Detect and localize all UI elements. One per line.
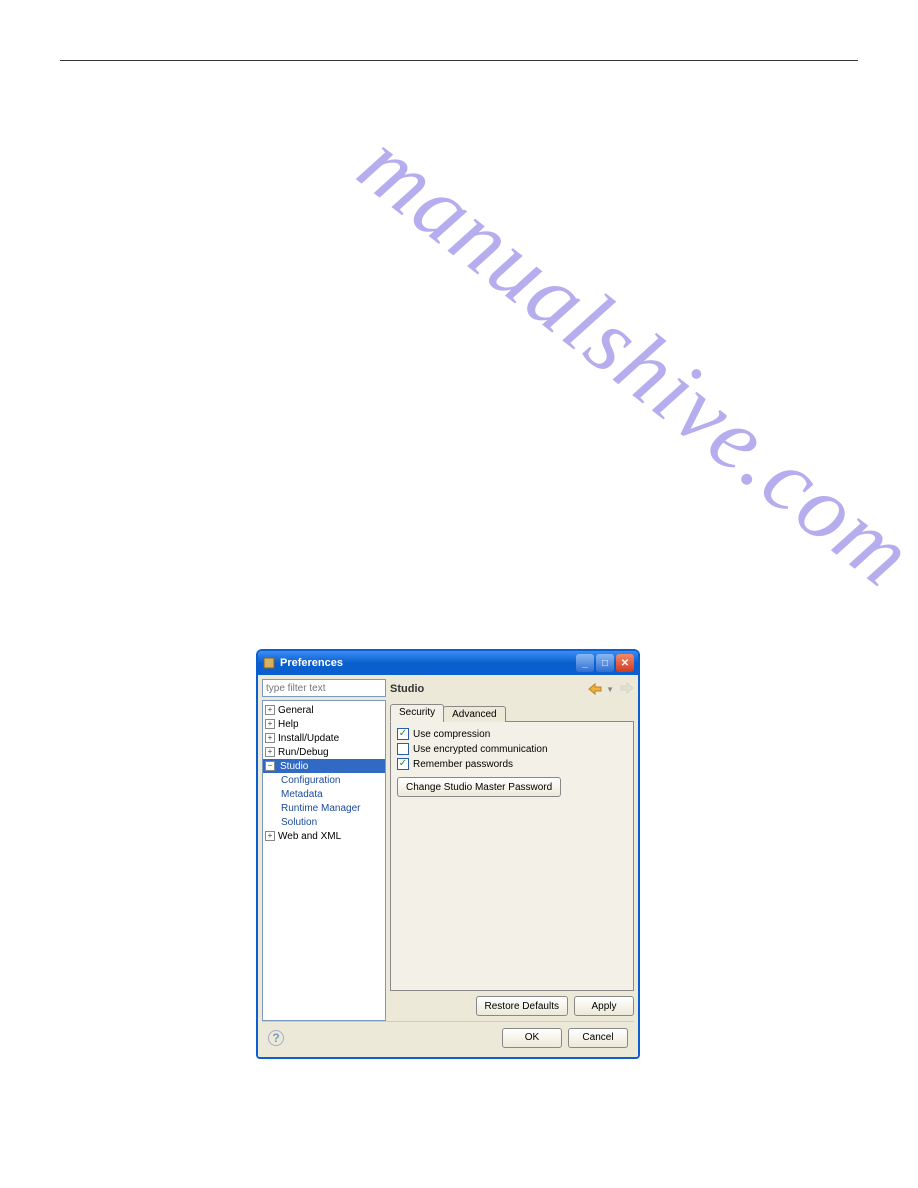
expand-icon[interactable]: +	[265, 719, 275, 729]
titlebar[interactable]: Preferences _ □ ✕	[258, 651, 638, 675]
nav-back-icon[interactable]	[588, 682, 602, 696]
titlebar-title: Preferences	[280, 657, 574, 669]
tree-label: Studio	[278, 761, 310, 772]
tree-label: Configuration	[281, 775, 340, 786]
right-header: Studio ▼	[390, 679, 634, 699]
ok-button[interactable]: OK	[502, 1028, 562, 1048]
expand-icon[interactable]: +	[265, 747, 275, 757]
tree-item-studio[interactable]: − Studio	[263, 759, 385, 773]
tab-panel-security: ✓ Use compression Use encrypted communic…	[390, 721, 634, 991]
option-remember-passwords[interactable]: ✓ Remember passwords	[397, 758, 627, 770]
tree-item-help[interactable]: + Help	[263, 717, 385, 731]
expand-icon[interactable]: +	[265, 831, 275, 841]
tree-label: Solution	[281, 817, 317, 828]
tree-item-configuration[interactable]: Configuration	[263, 773, 385, 787]
tab-security[interactable]: Security	[390, 704, 444, 722]
checkbox-icon[interactable]	[397, 743, 409, 755]
tree-item-general[interactable]: + General	[263, 703, 385, 717]
maximize-button[interactable]: □	[596, 654, 614, 672]
cancel-button[interactable]: Cancel	[568, 1028, 628, 1048]
left-pane: + General + Help + Install/Update + Run/…	[262, 679, 386, 1021]
nav-forward-icon	[620, 682, 634, 696]
page-divider	[60, 60, 858, 61]
nav-tree[interactable]: + General + Help + Install/Update + Run/…	[262, 700, 386, 1021]
tree-label: Runtime Manager	[281, 803, 360, 814]
option-use-encrypted[interactable]: Use encrypted communication	[397, 743, 627, 755]
expand-icon[interactable]: +	[265, 733, 275, 743]
apply-button[interactable]: Apply	[574, 996, 634, 1016]
app-icon	[262, 656, 276, 670]
tree-item-solution[interactable]: Solution	[263, 815, 385, 829]
change-password-button[interactable]: Change Studio Master Password	[397, 777, 561, 797]
dialog-body: + General + Help + Install/Update + Run/…	[258, 675, 638, 1057]
checkbox-label: Use encrypted communication	[413, 744, 548, 755]
tree-label: Metadata	[281, 789, 323, 800]
tree-label: General	[278, 705, 314, 716]
tree-label: Help	[278, 719, 299, 730]
tree-item-runtime-manager[interactable]: Runtime Manager	[263, 801, 385, 815]
expand-icon[interactable]: +	[265, 705, 275, 715]
option-use-compression[interactable]: ✓ Use compression	[397, 728, 627, 740]
tree-item-metadata[interactable]: Metadata	[263, 787, 385, 801]
page-title: Studio	[390, 683, 588, 695]
checkbox-icon[interactable]: ✓	[397, 728, 409, 740]
tree-label: Install/Update	[278, 733, 339, 744]
preferences-dialog: Preferences _ □ ✕ + General + Help +	[256, 649, 640, 1059]
checkbox-icon[interactable]: ✓	[397, 758, 409, 770]
checkbox-label: Remember passwords	[413, 759, 513, 770]
restore-defaults-button[interactable]: Restore Defaults	[476, 996, 568, 1016]
filter-input[interactable]	[262, 679, 386, 697]
help-icon[interactable]: ?	[268, 1030, 284, 1046]
tabs: Security Advanced	[390, 703, 634, 722]
minimize-button[interactable]: _	[576, 654, 594, 672]
tree-item-web-xml[interactable]: + Web and XML	[263, 829, 385, 843]
panel-buttons: Restore Defaults Apply	[390, 991, 634, 1021]
tree-label: Web and XML	[278, 831, 341, 842]
tree-item-install-update[interactable]: + Install/Update	[263, 731, 385, 745]
tree-item-run-debug[interactable]: + Run/Debug	[263, 745, 385, 759]
tab-advanced[interactable]: Advanced	[443, 706, 505, 722]
nav-dropdown-icon[interactable]: ▼	[606, 685, 614, 694]
collapse-icon[interactable]: −	[265, 761, 275, 771]
tree-label: Run/Debug	[278, 747, 329, 758]
main-area: + General + Help + Install/Update + Run/…	[262, 679, 634, 1021]
close-button[interactable]: ✕	[616, 654, 634, 672]
bottom-bar: ? OK Cancel	[262, 1021, 634, 1053]
checkbox-label: Use compression	[413, 729, 490, 740]
right-pane: Studio ▼ Security Advanced ✓	[390, 679, 634, 1021]
